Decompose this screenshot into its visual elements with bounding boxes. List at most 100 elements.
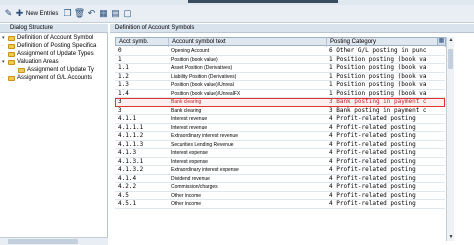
table-row[interactable]: 1.2 Liability Position (Derivatives) 1 Pos… <box>115 73 448 81</box>
acct-symbol-cell[interactable]: 1.3 <box>115 81 168 89</box>
posting-category-cell[interactable]: 4 Profit-related posting <box>326 175 445 183</box>
new-entries-button[interactable]: New Entries <box>26 11 58 17</box>
tree-item-definition-of-posting-specification[interactable]: · Definition of Posting Specifica <box>2 43 96 50</box>
table-row[interactable]: 1.3 Position (book value)/Unreal 1 Positio… <box>115 81 448 90</box>
scrollbar-thumb[interactable] <box>448 49 453 69</box>
table-row[interactable]: 4.5.1 Other income 4 Profit-related postin… <box>115 200 448 209</box>
account-symbol-text-cell[interactable]: Bank clearing <box>168 107 326 115</box>
posting-category-cell[interactable]: 1 Position posting (book va <box>326 81 445 89</box>
table-row[interactable]: 4.1.4 Dividend revenue 4 Profit-related po… <box>115 175 448 183</box>
table-row[interactable]: 0 Opening Account 6 Other G/L posting in p… <box>115 47 448 56</box>
table-row[interactable]: 4.1.3.2 Extraordinary interest expense 4 P… <box>115 166 448 175</box>
acct-symbol-cell[interactable]: 0 <box>115 47 168 55</box>
toggle-display-change-icon[interactable]: ✎ <box>3 8 14 19</box>
acct-symbol-cell[interactable]: 4.1.3 <box>115 149 168 157</box>
account-symbol-text-cell[interactable]: Dividend revenue <box>168 175 326 183</box>
account-symbol-text-cell[interactable]: Interest expense <box>168 149 326 157</box>
acct-symbol-cell[interactable]: 1.2 <box>115 73 168 81</box>
table-row[interactable]: 4.1.1.2 Extraordinary interest revenue 4 P… <box>115 132 448 141</box>
account-symbol-text-cell[interactable]: Extraordinary interest revenue <box>168 132 326 140</box>
account-symbol-text-cell[interactable]: Interest expense <box>168 158 326 166</box>
posting-category-cell[interactable]: 6 Other G/L posting in punc <box>326 47 445 55</box>
table-row[interactable]: 4.2.2 Commission/charges 4 Profit-related … <box>115 183 448 192</box>
table-row[interactable]: 1.4 Position (book value)/UnrealFX 1 Posit… <box>115 90 448 98</box>
posting-category-cell[interactable]: 3 Bank posting in payment c <box>326 98 445 106</box>
table-row[interactable]: 3 Bank clearing 3 Bank posting in payment … <box>115 107 448 115</box>
table-row[interactable]: 1 Position (book value) 1 Position posting… <box>115 56 448 64</box>
copy-icon[interactable]: ❐ <box>62 8 73 19</box>
table-row[interactable]: 4.1.1.1 Interest revenue 4 Profit-related … <box>115 124 448 132</box>
account-symbol-text-cell[interactable]: Commission/charges <box>168 183 326 191</box>
account-symbol-text-cell[interactable]: Bank clearing <box>168 98 326 106</box>
posting-category-cell[interactable]: 1 Position posting (book va <box>326 64 445 72</box>
acct-symbol-cell[interactable]: 3 <box>115 107 168 115</box>
table-row[interactable]: 4.1.1 Interest revenue 4 Profit-related po… <box>115 115 448 124</box>
acct-symbol-cell[interactable]: 4.1.3.1 <box>115 158 168 166</box>
posting-category-cell[interactable]: 1 Position posting (book va <box>326 73 445 81</box>
delete-icon[interactable]: 🗑 <box>74 8 85 19</box>
select-block-icon[interactable]: ▤ <box>110 8 121 19</box>
table-vertical-scrollbar[interactable]: ▲ ▼ <box>446 37 454 241</box>
table-row[interactable]: 3 Bank clearing 3 Bank posting in payment … <box>115 98 448 107</box>
acct-symbol-cell[interactable]: 4.2.2 <box>115 183 168 191</box>
acct-symbol-cell[interactable]: 4.1.1 <box>115 115 168 123</box>
acct-symbol-cell[interactable]: 1.1 <box>115 64 168 72</box>
scrollbar-thumb[interactable] <box>8 239 78 244</box>
posting-category-cell[interactable]: 4 Profit-related posting <box>326 141 445 149</box>
account-symbol-text-cell[interactable]: Position (book value) <box>168 56 326 64</box>
acct-symbol-cell[interactable]: 4.5 <box>115 192 168 200</box>
acct-symbol-cell[interactable]: 4.1.1.2 <box>115 132 168 140</box>
select-all-icon[interactable]: ▦ <box>98 8 109 19</box>
column-header-posting-category[interactable]: Posting Category <box>327 38 446 47</box>
account-symbol-text-cell[interactable]: Extraordinary interest expense <box>168 166 326 174</box>
table-row[interactable]: 4.1.1.3 Securities Lending Revenue 4 Profi… <box>115 141 448 149</box>
account-symbol-text-cell[interactable]: Position (book value)/UnrealFX <box>168 90 326 98</box>
acct-symbol-cell[interactable]: 4.1.1.1 <box>115 124 168 132</box>
posting-category-cell[interactable]: 4 Profit-related posting <box>326 132 445 140</box>
posting-category-cell[interactable]: 4 Profit-related posting <box>326 124 445 132</box>
posting-category-cell[interactable]: 4 Profit-related posting <box>326 192 445 200</box>
dialog-structure-scrollbar[interactable] <box>0 237 108 245</box>
undo-icon[interactable]: ↶ <box>86 8 97 19</box>
tree-item-assignment-of-update-types[interactable]: · Assignment of Update Types <box>2 51 94 58</box>
acct-symbol-cell[interactable]: 4.1.4 <box>115 175 168 183</box>
tree-item-assignment-of-update-types-sub[interactable]: Assignment of Update Ty <box>12 67 94 74</box>
table-settings-icon[interactable]: ▦ <box>437 37 446 46</box>
account-symbol-text-cell[interactable]: Liability Position (Derivatives) <box>168 73 326 81</box>
posting-category-cell[interactable]: 4 Profit-related posting <box>326 166 445 174</box>
acct-symbol-cell[interactable]: 1 <box>115 56 168 64</box>
posting-category-cell[interactable]: 1 Position posting (book va <box>326 90 445 98</box>
account-symbol-text-cell[interactable]: Position (book value)/Unreal <box>168 81 326 89</box>
deselect-all-icon[interactable]: ▢ <box>122 8 133 19</box>
scroll-down-icon[interactable]: ▼ <box>447 234 455 241</box>
posting-category-cell[interactable]: 4 Profit-related posting <box>326 158 445 166</box>
acct-symbol-cell[interactable]: 4.5.1 <box>115 200 168 208</box>
table-row[interactable]: 1.1 Asset Position (Derivatives) 1 Positio… <box>115 64 448 73</box>
table-row[interactable]: 4.1.3 Interest expense 4 Profit-related po… <box>115 149 448 158</box>
table-row[interactable]: 4.1.3.1 Interest expense 4 Profit-related … <box>115 158 448 166</box>
posting-category-cell[interactable]: 4 Profit-related posting <box>326 115 445 123</box>
acct-symbol-cell[interactable]: 4.1.1.3 <box>115 141 168 149</box>
tree-item-definition-of-account-symbol[interactable]: ▾ Definition of Account Symbol <box>2 35 93 42</box>
acct-symbol-cell[interactable]: 1.4 <box>115 90 168 98</box>
account-symbol-text-cell[interactable]: Securities Lending Revenue <box>168 141 326 149</box>
account-symbol-text-cell[interactable]: Other income <box>168 200 326 208</box>
account-symbol-text-cell[interactable]: Interest revenue <box>168 124 326 132</box>
account-symbol-text-cell[interactable]: Other income <box>168 192 326 200</box>
acct-symbol-cell[interactable]: 4.1.3.2 <box>115 166 168 174</box>
posting-category-cell[interactable]: 4 Profit-related posting <box>326 200 445 208</box>
account-symbol-text-cell[interactable]: Interest revenue <box>168 115 326 123</box>
account-symbol-text-cell[interactable]: Opening Account <box>168 47 326 55</box>
tree-item-assignment-of-gl-accounts[interactable]: · Assignment of G/L Accounts <box>2 75 92 82</box>
posting-category-cell[interactable]: 4 Profit-related posting <box>326 149 445 157</box>
column-header-acct-symb[interactable]: Acct symb. <box>116 38 169 47</box>
acct-symbol-cell[interactable]: 3 <box>115 98 168 106</box>
posting-category-cell[interactable]: 1 Position posting (book va <box>326 56 445 64</box>
column-header-account-symbol-text[interactable]: Account symbol text <box>169 38 327 47</box>
account-symbol-text-cell[interactable]: Asset Position (Derivatives) <box>168 64 326 72</box>
scroll-up-icon[interactable]: ▲ <box>447 37 455 44</box>
new-entries-icon[interactable]: ✚ <box>14 8 25 19</box>
posting-category-cell[interactable]: 3 Bank posting in payment c <box>326 107 445 115</box>
table-row[interactable]: 4.5Other income4 Profit-related posting▾ <box>115 192 448 200</box>
posting-category-cell[interactable]: 4 Profit-related posting <box>326 183 445 191</box>
